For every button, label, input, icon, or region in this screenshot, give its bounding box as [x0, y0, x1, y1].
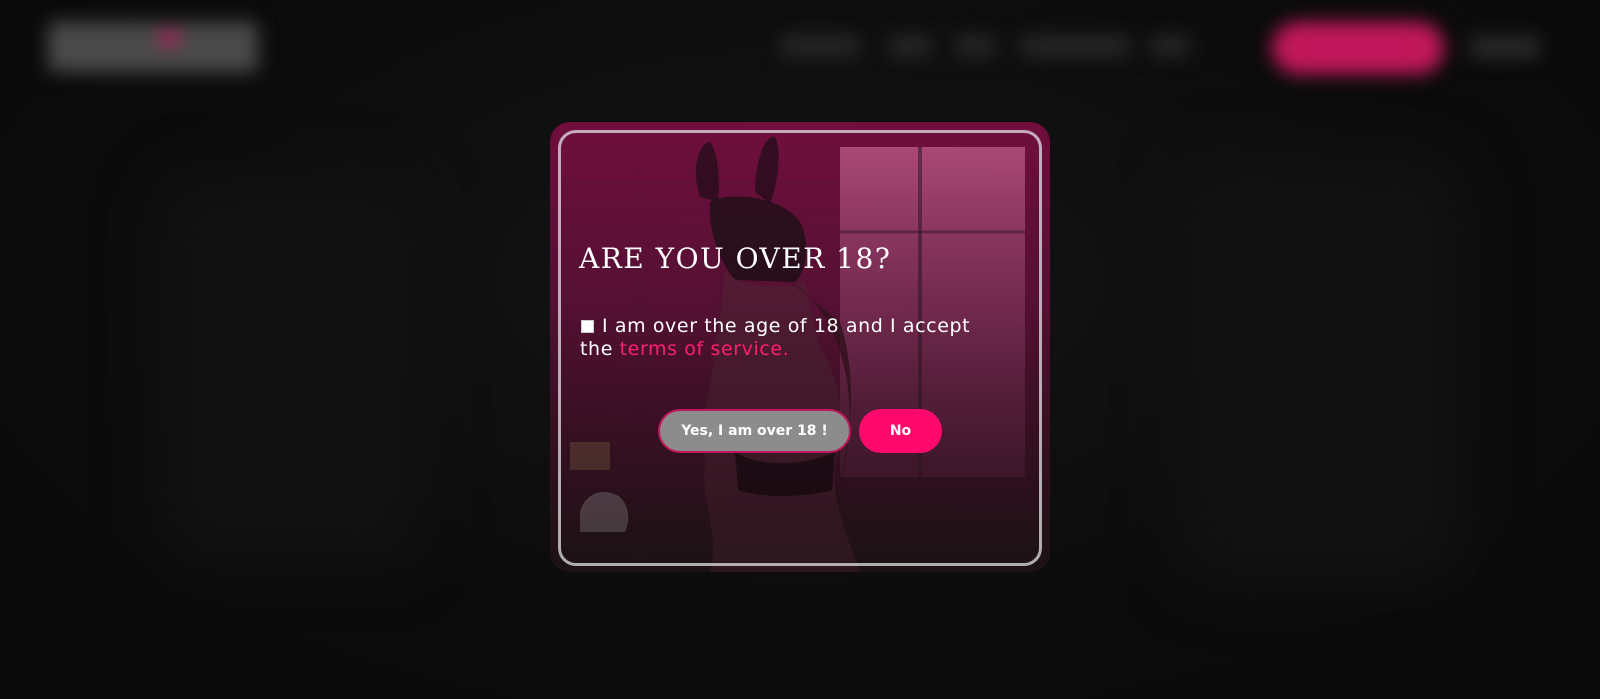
- blurred-login-link: [1470, 36, 1540, 58]
- blurred-site-header: [0, 0, 1600, 100]
- yes-over-18-button[interactable]: Yes, I am over 18 !: [658, 409, 851, 453]
- blurred-nav-item: [888, 35, 932, 57]
- terms-of-service-link[interactable]: terms of service.: [620, 338, 790, 360]
- blurred-nav-item: [780, 35, 860, 57]
- age-gate-title: ARE YOU OVER 18?: [579, 242, 892, 275]
- blurred-background-shape: [160, 180, 420, 560]
- blurred-cta-button: [1272, 22, 1444, 74]
- blurred-nav-item: [1020, 35, 1130, 57]
- blurred-logo-accent: [158, 32, 180, 44]
- blurred-nav-item: [1150, 35, 1190, 57]
- blurred-nav-item: [955, 35, 995, 57]
- page: ARE YOU OVER 18? I am over the age of 18…: [0, 0, 1600, 699]
- consent-row: I am over the age of 18 and I accept the…: [580, 315, 1000, 361]
- no-button[interactable]: No: [859, 409, 942, 453]
- blurred-background-shape: [1180, 160, 1460, 580]
- checkbox-unchecked-icon[interactable]: [581, 319, 594, 333]
- blurred-logo: [48, 22, 258, 72]
